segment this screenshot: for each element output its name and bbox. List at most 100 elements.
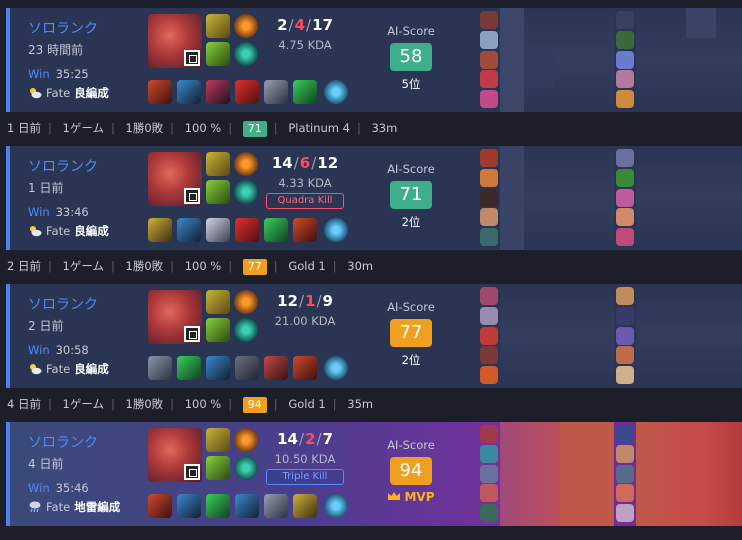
player-champion-icon[interactable] xyxy=(616,30,634,49)
player-champion-icon[interactable] xyxy=(616,484,634,503)
player-champion-icon[interactable] xyxy=(616,149,634,167)
item-icon[interactable] xyxy=(264,356,288,380)
item-icon[interactable] xyxy=(177,218,201,242)
match-card-2[interactable]: ソロランク 1 日前 Win 33:46 Fate 良編成 14/6/12 4.33… xyxy=(6,146,742,250)
item-icon[interactable] xyxy=(293,80,317,104)
player-champion-icon[interactable] xyxy=(616,50,634,69)
item-icon[interactable] xyxy=(148,80,172,104)
match-card-4[interactable]: ソロランク 4 日前 Win 35:46 Fate 地雷編成 14/2/7 10.5… xyxy=(6,422,742,526)
item-icon[interactable] xyxy=(264,80,288,104)
player-champion-icon[interactable] xyxy=(616,90,634,109)
fate-info: Fate 地雷編成 xyxy=(28,499,120,515)
match-time: 2 日前 xyxy=(28,319,64,333)
player-champion-icon[interactable] xyxy=(616,287,634,305)
match-card-1[interactable]: ソロランク 23 時間前 Win 35:25 Fate 良編成 2/4/17 4.7… xyxy=(6,8,742,112)
player-champion-icon[interactable] xyxy=(480,30,498,49)
player-champion-icon[interactable] xyxy=(480,326,498,345)
player-champion-icon[interactable] xyxy=(616,208,634,227)
player-champion-icon[interactable] xyxy=(616,228,634,247)
summoner-spell-icon[interactable] xyxy=(234,428,258,452)
player-champion-icon[interactable] xyxy=(616,11,634,29)
player-champion-icon[interactable] xyxy=(480,50,498,69)
item-icon[interactable] xyxy=(206,494,230,518)
rune-icon[interactable] xyxy=(234,456,258,480)
team-blue xyxy=(480,149,498,248)
player-champion-icon[interactable] xyxy=(480,306,498,325)
kills: 14 xyxy=(277,430,298,448)
item-icon[interactable] xyxy=(264,218,288,242)
player-champion-icon[interactable] xyxy=(480,484,498,503)
summoner-spell-icon[interactable] xyxy=(234,14,258,38)
item-icon[interactable] xyxy=(177,494,201,518)
player-champion-icon[interactable] xyxy=(480,366,498,385)
match-rank: 2位 xyxy=(401,215,421,229)
rune-icon[interactable] xyxy=(234,180,258,204)
item-icon[interactable] xyxy=(148,218,172,242)
match-card-3[interactable]: ソロランク 2 日前 Win 30:58 Fate 良編成 12/1/9 21.00… xyxy=(6,284,742,388)
rune-icon[interactable] xyxy=(234,42,258,66)
player-champion-icon[interactable] xyxy=(480,90,498,109)
rune-icon[interactable] xyxy=(206,180,230,204)
summoner-spell-icon[interactable] xyxy=(206,290,230,314)
player-champion-icon[interactable] xyxy=(480,504,498,523)
player-champion-icon[interactable] xyxy=(616,444,634,463)
ward-icon[interactable] xyxy=(324,80,348,104)
item-icon[interactable] xyxy=(206,356,230,380)
rune-icon[interactable] xyxy=(206,42,230,66)
player-champion-icon[interactable] xyxy=(616,188,634,207)
player-champion-icon[interactable] xyxy=(616,326,634,345)
item-icon[interactable] xyxy=(235,494,259,518)
item-icon[interactable] xyxy=(264,494,288,518)
player-champion-icon[interactable] xyxy=(480,464,498,483)
player-champion-icon[interactable] xyxy=(480,425,498,443)
ward-icon[interactable] xyxy=(324,356,348,380)
player-champion-icon[interactable] xyxy=(616,306,634,325)
item-icon[interactable] xyxy=(177,356,201,380)
player-champion-icon[interactable] xyxy=(616,168,634,187)
rune-icon[interactable] xyxy=(206,456,230,480)
player-champion-icon[interactable] xyxy=(480,149,498,167)
item-icon[interactable] xyxy=(177,80,201,104)
player-champion-icon[interactable] xyxy=(616,70,634,89)
rune-icon[interactable] xyxy=(234,318,258,342)
summary-winrate: 100 % xyxy=(184,121,222,135)
item-icon[interactable] xyxy=(148,494,172,518)
item-icon[interactable] xyxy=(293,494,317,518)
player-champion-icon[interactable] xyxy=(480,287,498,305)
player-champion-icon[interactable] xyxy=(616,464,634,483)
item-icon[interactable] xyxy=(148,356,172,380)
player-champion-icon[interactable] xyxy=(616,425,634,443)
player-champion-icon[interactable] xyxy=(480,168,498,187)
item-icon[interactable] xyxy=(235,80,259,104)
player-champion-icon[interactable] xyxy=(480,70,498,89)
item-icon[interactable] xyxy=(206,218,230,242)
summoner-spell-icon[interactable] xyxy=(234,152,258,176)
item-icon[interactable] xyxy=(206,80,230,104)
champion-portrait[interactable] xyxy=(148,290,202,344)
summoner-spell-icon[interactable] xyxy=(206,428,230,452)
ward-icon[interactable] xyxy=(324,218,348,242)
champion-portrait[interactable] xyxy=(148,14,202,68)
item-icon[interactable] xyxy=(293,356,317,380)
player-champion-icon[interactable] xyxy=(616,346,634,365)
player-champion-icon[interactable] xyxy=(480,188,498,207)
champion-portrait[interactable] xyxy=(148,152,202,206)
summary-rank: Platinum 4 xyxy=(288,121,350,135)
summoner-spell-icon[interactable] xyxy=(206,14,230,38)
player-champion-icon[interactable] xyxy=(616,366,634,385)
player-champion-icon[interactable] xyxy=(480,444,498,463)
champion-portrait[interactable] xyxy=(148,428,202,482)
item-icon[interactable] xyxy=(235,356,259,380)
summoner-spell-icon[interactable] xyxy=(234,290,258,314)
player-champion-icon[interactable] xyxy=(616,504,634,523)
player-champion-icon[interactable] xyxy=(480,228,498,247)
summoner-spell-icon[interactable] xyxy=(206,152,230,176)
player-champion-icon[interactable] xyxy=(480,11,498,29)
item-icon[interactable] xyxy=(235,218,259,242)
item-icon[interactable] xyxy=(293,218,317,242)
ward-icon[interactable] xyxy=(324,494,348,518)
player-champion-icon[interactable] xyxy=(480,346,498,365)
fate-value: 良編成 xyxy=(74,224,109,238)
player-champion-icon[interactable] xyxy=(480,208,498,227)
rune-icon[interactable] xyxy=(206,318,230,342)
